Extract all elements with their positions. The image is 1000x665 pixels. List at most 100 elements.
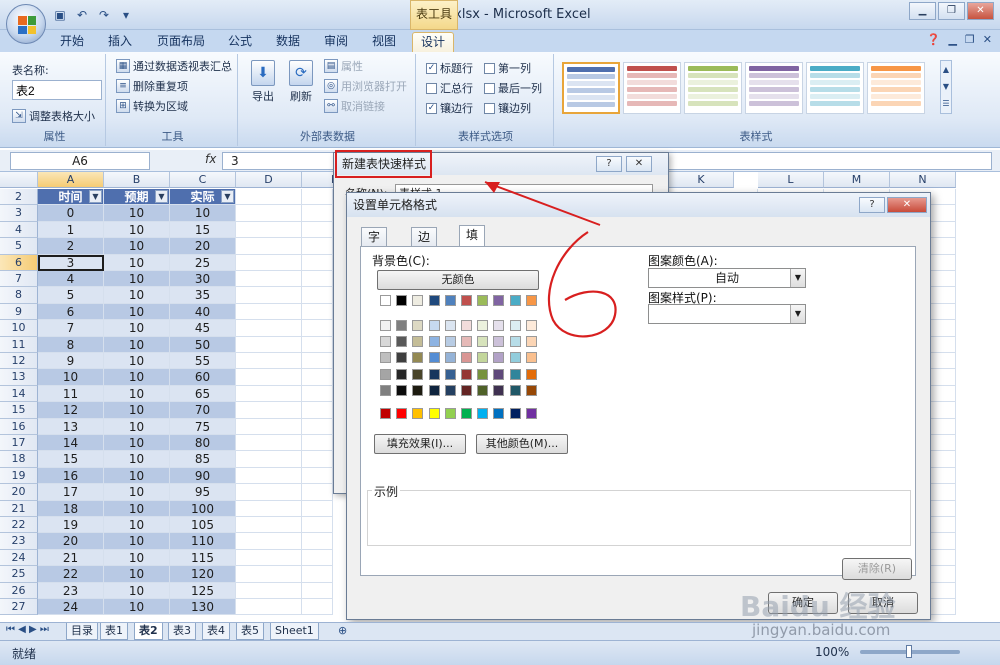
table-cell[interactable]: 18 [38, 500, 104, 517]
shade-color-swatch[interactable] [525, 384, 537, 396]
table-cell[interactable]: 10 [104, 599, 170, 616]
table-cell[interactable]: 15 [38, 451, 104, 468]
empty-cell[interactable] [236, 320, 302, 337]
tab-data[interactable]: 数据 [268, 32, 308, 52]
empty-cell[interactable] [302, 303, 333, 321]
help-icon[interactable]: ❓ [927, 33, 941, 46]
row-header[interactable]: 18 [0, 451, 38, 468]
table-cell[interactable]: 125 [170, 582, 236, 599]
table-cell[interactable]: 10 [170, 205, 236, 222]
tab-view[interactable]: 视图 [364, 32, 404, 52]
table-cell[interactable]: 17 [38, 484, 104, 501]
empty-cell[interactable] [236, 254, 302, 271]
shade-color-swatch[interactable] [428, 320, 440, 331]
table-cell[interactable]: 6 [38, 303, 104, 321]
properties-button[interactable]: ▤ 属性 [324, 58, 363, 74]
tab-review[interactable]: 审阅 [316, 32, 356, 52]
no-color-button[interactable]: 无颜色 [377, 270, 539, 290]
empty-cell[interactable] [302, 533, 333, 550]
empty-cell[interactable] [236, 353, 302, 370]
table-cell[interactable]: 10 [104, 238, 170, 255]
shade-color-swatch[interactable] [396, 352, 408, 364]
table-cell[interactable]: 10 [104, 533, 170, 550]
empty-cell[interactable] [302, 402, 333, 419]
table-cell[interactable]: 15 [170, 221, 236, 239]
empty-cell[interactable] [302, 451, 333, 468]
empty-cell[interactable] [236, 336, 302, 353]
table-cell[interactable]: 30 [170, 271, 236, 288]
filter-dropdown-icon[interactable]: ▼ [221, 190, 234, 203]
table-cell[interactable]: 4 [38, 271, 104, 288]
table-cell[interactable]: 90 [170, 467, 236, 485]
empty-cell[interactable] [236, 582, 302, 599]
empty-cell[interactable] [302, 221, 333, 239]
last-column-checkbox-icon[interactable] [484, 82, 495, 94]
empty-cell[interactable] [302, 484, 333, 501]
shade-color-swatch[interactable] [412, 336, 424, 348]
column-header-l[interactable]: L [758, 172, 824, 188]
standard-color-swatch[interactable] [396, 408, 408, 419]
empty-cell[interactable] [236, 484, 302, 501]
table-cell[interactable]: 85 [170, 451, 236, 468]
theme-color-swatch[interactable] [428, 295, 440, 306]
sheet-tab[interactable]: 表2 [134, 623, 163, 640]
sheet-tab[interactable]: 表4 [202, 623, 230, 640]
table-cell[interactable]: 65 [170, 385, 236, 403]
shade-color-swatch[interactable] [477, 336, 489, 348]
table-cell[interactable]: 10 [104, 336, 170, 353]
maximize-icon[interactable]: ❐ [938, 2, 965, 20]
row-header[interactable]: 26 [0, 582, 38, 599]
total-row-option[interactable]: 汇总行 [426, 80, 473, 96]
tab-home[interactable]: 开始 [52, 32, 92, 52]
row-header[interactable]: 2 [0, 189, 38, 206]
shade-color-swatch[interactable] [396, 368, 408, 380]
quick-style-close-icon[interactable]: ✕ [626, 156, 652, 172]
table-cell[interactable]: 3 [38, 254, 104, 271]
row-header[interactable]: 14 [0, 385, 38, 403]
shade-color-swatch[interactable] [380, 336, 391, 348]
sheet-tab[interactable]: 目录 [66, 623, 98, 640]
shade-color-swatch[interactable] [493, 384, 505, 396]
theme-color-swatch[interactable] [396, 295, 408, 306]
table-cell[interactable]: 10 [104, 467, 170, 485]
style-swatch-2[interactable] [623, 62, 681, 114]
fill-effects-button[interactable]: 填充效果(I)... [374, 434, 466, 454]
name-box[interactable]: A6 [10, 152, 150, 170]
table-header-cell[interactable]: 实际 ▼ [170, 189, 236, 206]
table-cell[interactable]: 5 [38, 287, 104, 304]
filter-dropdown-icon[interactable]: ▼ [155, 190, 168, 203]
style-swatch-1[interactable] [562, 62, 620, 114]
table-cell[interactable]: 105 [170, 517, 236, 534]
tab-insert[interactable]: 插入 [100, 32, 140, 52]
first-column-option[interactable]: 第一列 [484, 60, 531, 76]
empty-cell[interactable] [302, 287, 333, 304]
table-cell[interactable]: 20 [38, 533, 104, 550]
style-swatch-5[interactable] [806, 62, 864, 114]
total-row-checkbox-icon[interactable] [426, 82, 437, 94]
sheet-tab[interactable]: 表3 [168, 623, 196, 640]
empty-cell[interactable] [302, 254, 333, 271]
shade-color-swatch[interactable] [444, 336, 456, 348]
table-cell[interactable]: 10 [104, 484, 170, 501]
table-cell[interactable]: 45 [170, 320, 236, 337]
table-cell[interactable]: 10 [104, 418, 170, 435]
table-header-cell[interactable]: 时间 ▼ [38, 189, 104, 206]
empty-cell[interactable] [236, 435, 302, 452]
shade-color-swatch[interactable] [477, 368, 489, 380]
last-column-option[interactable]: 最后一列 [484, 80, 542, 96]
column-header-m[interactable]: M [824, 172, 890, 188]
table-cell[interactable]: 35 [170, 287, 236, 304]
banded-rows-option[interactable]: ✓ 镶边行 [426, 100, 473, 116]
ribbon-restore-icon[interactable]: ❐ [965, 33, 975, 46]
table-cell[interactable]: 10 [104, 435, 170, 452]
empty-cell[interactable] [236, 549, 302, 567]
row-header[interactable]: 8 [0, 287, 38, 304]
empty-cell[interactable] [302, 353, 333, 370]
row-header[interactable]: 3 [0, 205, 38, 222]
row-header[interactable]: 20 [0, 484, 38, 501]
empty-cell[interactable] [236, 189, 302, 206]
shade-color-swatch[interactable] [380, 368, 391, 380]
table-cell[interactable]: 9 [38, 353, 104, 370]
shade-color-swatch[interactable] [396, 384, 408, 396]
empty-cell[interactable] [236, 533, 302, 550]
